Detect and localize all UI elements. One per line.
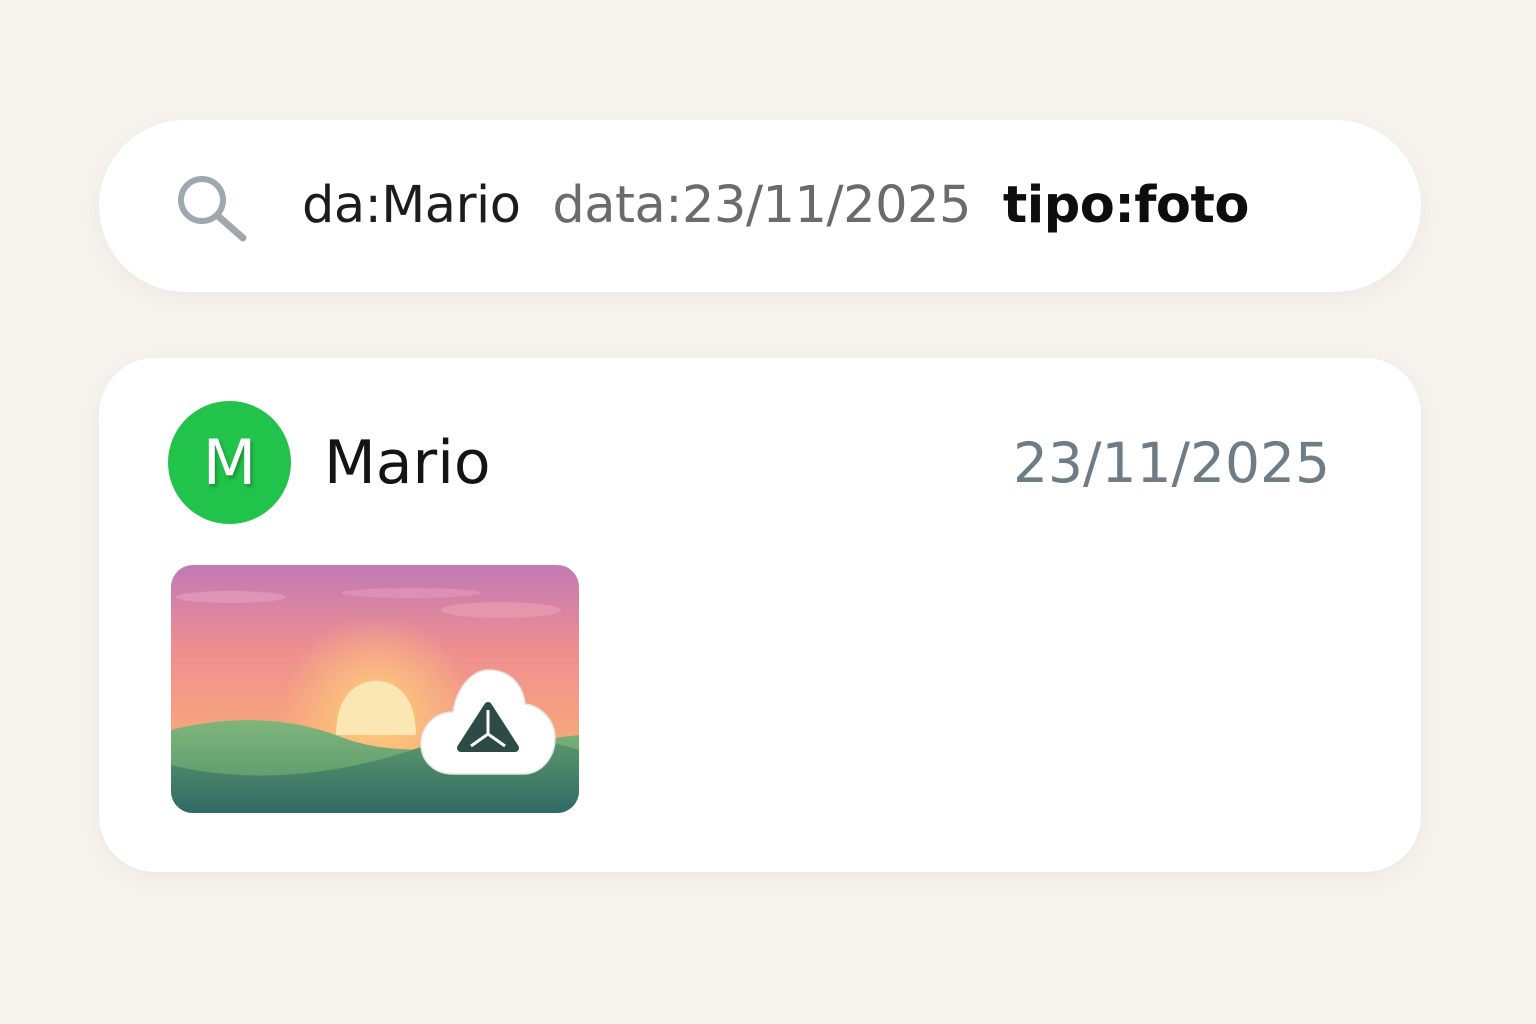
avatar-initial: M bbox=[202, 426, 257, 499]
filter-token-date: data:23/11/2025 bbox=[552, 175, 971, 235]
search-input[interactable]: da:Mario data:23/11/2025 tipo:foto bbox=[302, 170, 1249, 240]
avatar: M bbox=[168, 401, 291, 524]
filter-token-type: tipo:foto bbox=[1002, 175, 1249, 235]
cloud-upload-icon[interactable] bbox=[419, 666, 557, 778]
filter-token-from: da:Mario bbox=[302, 175, 521, 235]
search-icon bbox=[178, 176, 247, 242]
message-date: 23/11/2025 bbox=[1012, 431, 1330, 495]
sender-name: Mario bbox=[324, 428, 491, 498]
